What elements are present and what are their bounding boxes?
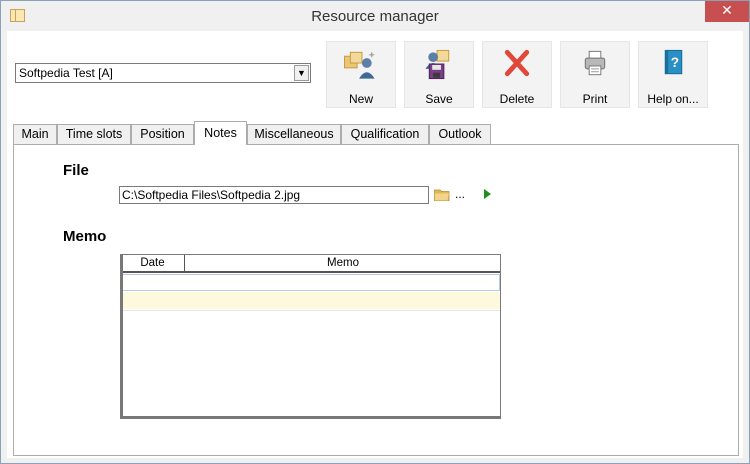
- delete-label: Delete: [499, 92, 535, 106]
- new-label: New: [348, 92, 373, 106]
- help-button[interactable]: ? Help on...: [638, 41, 708, 108]
- new-button[interactable]: New: [326, 41, 396, 108]
- delete-icon: [504, 49, 530, 77]
- folder-icon[interactable]: [434, 189, 450, 201]
- notes-panel: File C:\Softpedia Files\Softpedia 2.jpg …: [13, 144, 739, 456]
- save-button[interactable]: Save: [404, 41, 474, 108]
- resource-dropdown-value: Softpedia Test [A]: [19, 66, 113, 80]
- table-row[interactable]: [121, 292, 500, 309]
- grid-border-bottom: [121, 416, 500, 418]
- window-title: Resource manager: [311, 8, 439, 25]
- print-label: Print: [582, 92, 608, 106]
- tab-qualification[interactable]: Qualification: [341, 124, 429, 144]
- memo-grid-header: Date Memo: [121, 255, 500, 273]
- help-label: Help on...: [647, 92, 699, 106]
- save-label: Save: [425, 92, 453, 106]
- column-header-memo[interactable]: Memo: [186, 255, 500, 271]
- file-section-title: File: [63, 162, 89, 179]
- play-icon[interactable]: [484, 189, 491, 199]
- chevron-down-icon[interactable]: ▼: [294, 65, 309, 81]
- help-book-icon: ?: [664, 49, 683, 75]
- memo-grid[interactable]: Date Memo: [120, 254, 501, 419]
- file-path-input[interactable]: C:\Softpedia Files\Softpedia 2.jpg: [119, 186, 429, 204]
- tab-time-slots[interactable]: Time slots: [57, 124, 131, 144]
- browse-button[interactable]: ...: [455, 187, 465, 201]
- svg-text:?: ?: [671, 55, 679, 70]
- row-divider: [121, 310, 500, 311]
- memo-section-title: Memo: [63, 228, 107, 245]
- resource-manager-window: Resource manager ✕ Softpedia Test [A] ▼ …: [0, 0, 750, 464]
- resource-dropdown[interactable]: Softpedia Test [A] ▼: [15, 63, 311, 83]
- client-area: Softpedia Test [A] ▼ New Save Delete Pri…: [7, 31, 743, 458]
- print-button[interactable]: Print: [560, 41, 630, 108]
- save-icon: [425, 49, 450, 80]
- grid-border-left: [121, 255, 123, 418]
- delete-button[interactable]: Delete: [482, 41, 552, 108]
- title-bar: Resource manager ✕: [1, 1, 749, 31]
- close-button[interactable]: ✕: [705, 1, 749, 22]
- tab-main[interactable]: Main: [13, 124, 57, 144]
- printer-icon: [584, 50, 606, 76]
- tab-position[interactable]: Position: [131, 124, 194, 144]
- new-user-icon: [344, 51, 375, 79]
- column-header-date[interactable]: Date: [121, 255, 185, 271]
- tab-miscellaneous[interactable]: Miscellaneous: [247, 124, 341, 144]
- table-row[interactable]: [121, 274, 500, 291]
- tab-notes[interactable]: Notes: [194, 121, 247, 145]
- tab-outlook[interactable]: Outlook: [429, 124, 491, 144]
